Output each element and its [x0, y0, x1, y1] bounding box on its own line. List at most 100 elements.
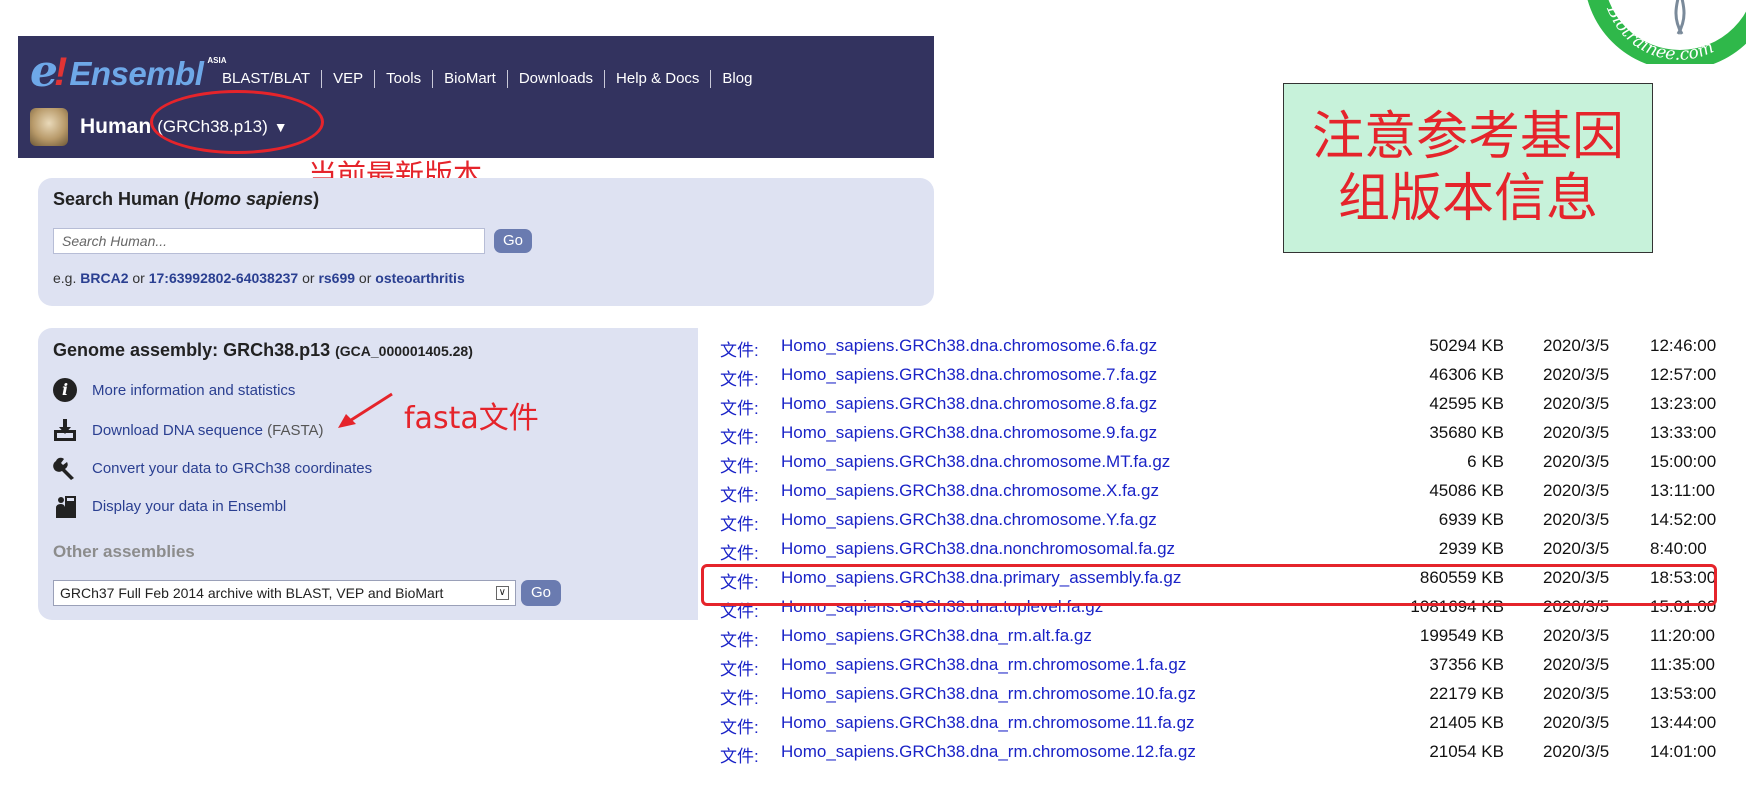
download-dna-suffix: (FASTA): [267, 421, 324, 439]
other-assemblies-go-button[interactable]: Go: [521, 580, 561, 606]
download-dna-link[interactable]: Download DNA sequence (FASTA): [53, 418, 324, 442]
file-name-link[interactable]: Homo_sapiens.GRCh38.dna_rm.chromosome.10…: [781, 684, 1196, 704]
info-icon: i: [53, 378, 77, 402]
file-row[interactable]: 文件: Homo_sapiens.GRCh38.dna.chromosome.Y…: [698, 507, 1746, 536]
file-row[interactable]: 文件: Homo_sapiens.GRCh38.dna_rm.chromosom…: [698, 652, 1746, 681]
file-name-link[interactable]: Homo_sapiens.GRCh38.dna.nonchromosomal.f…: [781, 539, 1175, 559]
nav-blast[interactable]: BLAST/BLAT: [222, 70, 323, 88]
file-type: 文件:: [720, 544, 759, 563]
note-line-2: 组版本信息: [1337, 169, 1598, 229]
file-type: 文件:: [720, 689, 759, 708]
display-data-link[interactable]: Display your data in Ensembl: [53, 494, 286, 518]
species-name: Human: [80, 115, 152, 138]
nav-downloads[interactable]: Downloads: [508, 70, 606, 88]
file-size: 37356 KB: [1429, 655, 1504, 674]
file-size: 21405 KB: [1429, 713, 1504, 732]
file-row[interactable]: 文件: Homo_sapiens.GRCh38.dna.chromosome.9…: [698, 420, 1746, 449]
file-date: 2020/3/5: [1543, 626, 1610, 645]
version-highlight-ellipse: [150, 90, 324, 154]
file-type: 文件:: [720, 457, 759, 476]
example-rs699-link[interactable]: rs699: [318, 270, 355, 286]
nav-vep[interactable]: VEP: [322, 70, 376, 88]
example-osteoarthritis-link[interactable]: osteoarthritis: [375, 270, 464, 286]
file-date: 2020/3/5: [1543, 365, 1610, 384]
file-name-link[interactable]: Homo_sapiens.GRCh38.dna_rm.alt.fa.gz: [781, 626, 1092, 646]
file-name-link[interactable]: Homo_sapiens.GRCh38.dna_rm.chromosome.12…: [781, 742, 1196, 762]
file-name-link[interactable]: Homo_sapiens.GRCh38.dna.chromosome.MT.fa…: [781, 452, 1170, 472]
main-nav: BLAST/BLAT VEP Tools BioMart Downloads H…: [222, 70, 763, 88]
other-assemblies-title: Other assemblies: [53, 542, 195, 561]
file-time: 13:44:00: [1650, 713, 1717, 732]
file-name-link[interactable]: Homo_sapiens.GRCh38.dna.chromosome.6.fa.…: [781, 336, 1157, 356]
file-size: 45086 KB: [1429, 481, 1504, 500]
file-row[interactable]: 文件: Homo_sapiens.GRCh38.dna.chromosome.X…: [698, 478, 1746, 507]
file-row[interactable]: 文件: Homo_sapiens.GRCh38.dna.chromosome.7…: [698, 362, 1746, 391]
file-type: 文件:: [720, 428, 759, 447]
file-date: 2020/3/5: [1543, 655, 1610, 674]
file-row[interactable]: 文件: Homo_sapiens.GRCh38.dna.nonchromosom…: [698, 536, 1746, 565]
logo-bang: !: [54, 50, 68, 94]
file-name-link[interactable]: Homo_sapiens.GRCh38.dna.chromosome.7.fa.…: [781, 365, 1157, 385]
more-info-link[interactable]: i More information and statistics: [53, 378, 295, 402]
file-size: 35680 KB: [1429, 423, 1504, 442]
file-date: 2020/3/5: [1543, 452, 1610, 471]
example-brca2-link[interactable]: BRCA2: [80, 270, 128, 286]
search-title-species: Homo sapiens: [190, 189, 314, 209]
file-row[interactable]: 文件: Homo_sapiens.GRCh38.dna_rm.chromosom…: [698, 739, 1746, 768]
file-type: 文件:: [720, 747, 759, 766]
file-size: 42595 KB: [1429, 394, 1504, 413]
file-name-link[interactable]: Homo_sapiens.GRCh38.dna_rm.chromosome.11…: [781, 713, 1195, 733]
file-type: 文件:: [720, 486, 759, 505]
file-name-link[interactable]: Homo_sapiens.GRCh38.dna.chromosome.X.fa.…: [781, 481, 1159, 501]
file-row[interactable]: 文件: Homo_sapiens.GRCh38.dna_rm.chromosom…: [698, 710, 1746, 739]
search-title-suffix: ): [313, 189, 320, 209]
file-name-link[interactable]: Homo_sapiens.GRCh38.dna.chromosome.9.fa.…: [781, 423, 1157, 443]
file-type: 文件:: [720, 370, 759, 389]
file-time: 14:52:00: [1650, 510, 1717, 529]
file-date: 2020/3/5: [1543, 713, 1610, 732]
file-time: 13:33:00: [1650, 423, 1717, 442]
other-assemblies-select[interactable]: GRCh37 Full Feb 2014 archive with BLAST,…: [53, 580, 516, 606]
nav-biomart[interactable]: BioMart: [433, 70, 508, 88]
file-size: 6 KB: [1467, 452, 1504, 471]
search-input[interactable]: Search Human...: [53, 228, 485, 254]
biotrainee-logo-icon: Biotrainee.com: [1587, 0, 1746, 64]
file-date: 2020/3/5: [1543, 539, 1610, 558]
file-time: 15:00:00: [1650, 452, 1717, 471]
file-row[interactable]: 文件: Homo_sapiens.GRCh38.dna.chromosome.6…: [698, 333, 1746, 362]
more-info-label: More information and statistics: [92, 381, 296, 399]
convert-coordinates-link[interactable]: Convert your data to GRCh38 coordinates: [53, 456, 372, 480]
search-title-prefix: Search Human (: [53, 189, 191, 209]
ensembl-logo[interactable]: e ! Ensembl ASIA: [30, 48, 227, 94]
file-size: 22179 KB: [1429, 684, 1504, 703]
download-icon: [54, 419, 76, 441]
nav-blog[interactable]: Blog: [711, 70, 763, 88]
genome-assembly-title: Genome assembly: GRCh38.p13 (GCA_0000014…: [53, 340, 473, 361]
file-name-link[interactable]: Homo_sapiens.GRCh38.dna.chromosome.Y.fa.…: [781, 510, 1157, 530]
file-type: 文件:: [720, 718, 759, 737]
file-name-link[interactable]: Homo_sapiens.GRCh38.dna.chromosome.8.fa.…: [781, 394, 1157, 414]
file-row[interactable]: 文件: Homo_sapiens.GRCh38.dna_rm.chromosom…: [698, 681, 1746, 710]
file-size: 50294 KB: [1429, 336, 1504, 355]
file-row[interactable]: 文件: Homo_sapiens.GRCh38.dna.chromosome.M…: [698, 449, 1746, 478]
search-go-button[interactable]: Go: [494, 229, 532, 253]
primary-assembly-highlight-box: [701, 564, 1717, 606]
file-size: 46306 KB: [1429, 365, 1504, 384]
file-date: 2020/3/5: [1543, 481, 1610, 500]
file-size: 21054 KB: [1429, 742, 1504, 761]
file-time: 13:11:00: [1650, 481, 1715, 500]
file-size: 6939 KB: [1438, 510, 1504, 529]
reference-genome-note: 注意参考基因 组版本信息: [1283, 83, 1653, 253]
file-time: 14:01:00: [1650, 742, 1717, 761]
file-row[interactable]: 文件: Homo_sapiens.GRCh38.dna_rm.alt.fa.gz…: [698, 623, 1746, 652]
file-date: 2020/3/5: [1543, 742, 1610, 761]
file-size: 2939 KB: [1438, 539, 1504, 558]
example-region-link[interactable]: 17:63992802-64038237: [149, 270, 298, 286]
nav-tools[interactable]: Tools: [375, 70, 434, 88]
file-row[interactable]: 文件: Homo_sapiens.GRCh38.dna.chromosome.8…: [698, 391, 1746, 420]
ensembl-header: e ! Ensembl ASIA BLAST/BLAT VEP Tools Bi…: [18, 36, 934, 158]
file-date: 2020/3/5: [1543, 394, 1610, 413]
annotation-arrow-icon: [338, 392, 393, 428]
file-name-link[interactable]: Homo_sapiens.GRCh38.dna_rm.chromosome.1.…: [781, 655, 1186, 675]
nav-help-docs[interactable]: Help & Docs: [605, 70, 712, 88]
